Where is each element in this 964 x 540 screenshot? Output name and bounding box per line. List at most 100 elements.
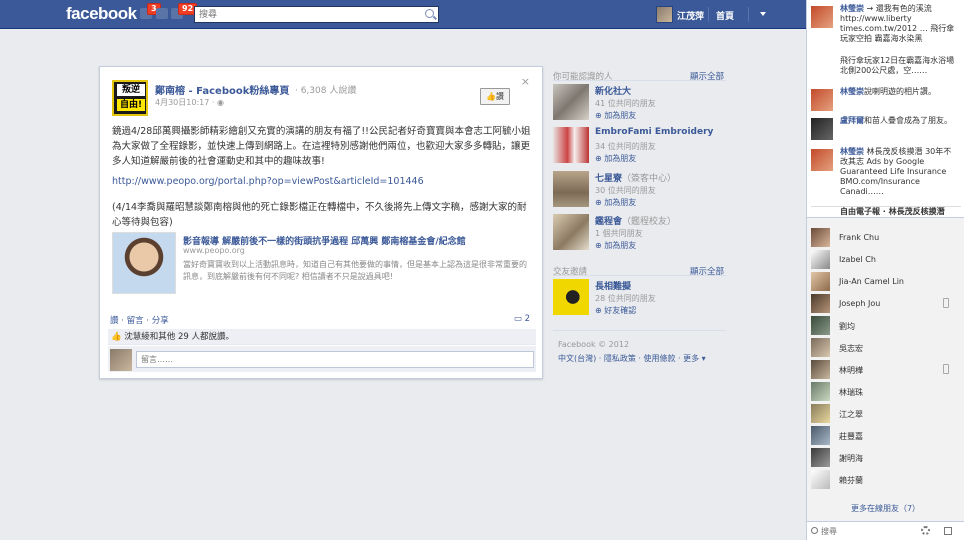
confirm-friend-button[interactable]: ⊕ 好友確認 bbox=[595, 305, 636, 316]
ticker-story: 和苗人疊會成為了朋友。 bbox=[864, 116, 952, 125]
mutual-friends[interactable]: 41 位共同的朋友 bbox=[595, 98, 656, 109]
friend-name: Joseph Jou bbox=[839, 299, 881, 308]
messages-icon[interactable] bbox=[156, 7, 171, 20]
footer-copyright: Facebook © 2012 bbox=[558, 340, 630, 349]
friend-avatar bbox=[811, 470, 830, 489]
comment-count[interactable]: ▭ 2 bbox=[514, 314, 530, 324]
search-input[interactable] bbox=[195, 7, 415, 22]
chat-friend[interactable]: Jia-An Camel Lin bbox=[811, 272, 961, 292]
post-timestamp[interactable]: 4月30日10:17 · ◉ bbox=[155, 97, 224, 108]
gear-icon[interactable] bbox=[921, 526, 930, 535]
suggestion-thumbnail[interactable] bbox=[553, 214, 589, 250]
ticker-item[interactable]: 自由電子報 · 林長茂反核摸潛 bbox=[811, 206, 961, 216]
suggestion-name-text: 七星寮 bbox=[595, 174, 623, 184]
friend-name: 賴芬蘭 bbox=[839, 476, 863, 485]
suggestion-name[interactable]: 鑑程會（鑑程校友） bbox=[595, 214, 676, 227]
post-body-text-2: (4/14李喬與羅昭慧談鄭南榕與他的死亡錄影檔正在轉檔中，不久後將先上傳文字稿，… bbox=[112, 202, 527, 228]
page-logo-text-bottom: 自由! bbox=[117, 99, 145, 111]
friend-name: 林明樺 bbox=[839, 366, 863, 375]
mutual-friends[interactable]: 28 位共同的朋友 bbox=[595, 293, 656, 304]
mutual-friends[interactable]: 34 位共同的朋友 bbox=[595, 141, 656, 152]
friend-avatar bbox=[811, 272, 830, 291]
suggestion-name[interactable]: EmbroFami Embroidery bbox=[595, 127, 713, 137]
suggestion-note: （簽客中心） bbox=[622, 174, 677, 184]
mutual-friends[interactable]: 30 位共同的朋友 bbox=[595, 185, 656, 196]
friend-avatar bbox=[811, 360, 830, 379]
add-friend-button[interactable]: ⊕ 加為朋友 bbox=[595, 110, 636, 121]
notifications-icon[interactable]: 92 bbox=[171, 3, 198, 20]
suggestion-thumbnail[interactable] bbox=[553, 84, 589, 120]
suggestion-item: 鑑程會（鑑程校友） 1 個共同朋友 ⊕ 加為朋友 bbox=[553, 214, 728, 254]
friend-avatar bbox=[811, 316, 830, 335]
request-thumbnail[interactable] bbox=[553, 279, 589, 315]
mutual-friends[interactable]: 1 個共同朋友 bbox=[595, 228, 643, 239]
friend-name: 劉均 bbox=[839, 322, 855, 331]
add-friend-button[interactable]: ⊕ 加為朋友 bbox=[595, 153, 636, 164]
ticker-story: 說喇明遊的相片讚。 bbox=[864, 87, 936, 96]
friend-name: 吳志宏 bbox=[839, 344, 863, 353]
suggestion-name[interactable]: 七星寮（簽客中心） bbox=[595, 171, 676, 184]
chat-friend[interactable]: 林瑞珠 bbox=[811, 382, 961, 402]
chat-friend[interactable]: Joseph Jou bbox=[811, 294, 961, 314]
ticker-text: 林瑩崇說喇明遊的相片讚。 bbox=[840, 87, 958, 97]
chat-friend[interactable]: 賴芬蘭 bbox=[811, 470, 961, 490]
add-friend-label: 加為朋友 bbox=[604, 198, 637, 207]
home-link[interactable]: 首頁 bbox=[716, 9, 734, 22]
chat-friend[interactable]: 謝明海 bbox=[811, 448, 961, 468]
friend-name: Izabel Ch bbox=[839, 255, 876, 264]
facebook-logo[interactable]: facebook bbox=[66, 4, 137, 24]
chat-friend[interactable]: 林明樺 bbox=[811, 360, 961, 380]
suggestion-thumbnail[interactable] bbox=[553, 127, 589, 163]
divider bbox=[553, 275, 726, 276]
user-avatar[interactable] bbox=[656, 6, 673, 23]
timestamp-text: 4月30日10:17 · bbox=[155, 98, 217, 107]
chat-friend[interactable]: 江之翠 bbox=[811, 404, 961, 424]
popout-icon[interactable] bbox=[944, 527, 952, 535]
like-page-button[interactable]: 👍讚 bbox=[480, 88, 510, 105]
add-friend-button[interactable]: ⊕ 加為朋友 bbox=[595, 197, 636, 208]
chat-friend[interactable]: 莊豐嘉 bbox=[811, 426, 961, 446]
suggestion-thumbnail[interactable] bbox=[553, 171, 589, 207]
ticker-text: 飛行傘玩家12日在霸嘉海水浴場北側200公尺處，空…… bbox=[840, 56, 955, 75]
ticker-avatar bbox=[811, 149, 833, 171]
comment-count-value: 2 bbox=[524, 314, 530, 324]
comment-input[interactable] bbox=[136, 351, 534, 368]
ticker-avatar bbox=[811, 118, 833, 140]
add-friend-icon: ⊕ bbox=[595, 241, 602, 250]
post-url-link[interactable]: http://www.peopo.org/portal.php?op=viewP… bbox=[112, 176, 424, 187]
chat-friend[interactable]: 吳志宏 bbox=[811, 338, 961, 358]
commenter-avatar bbox=[110, 349, 132, 371]
footer-links[interactable]: 中文(台灣) · 隱私政策 · 使用條款 · 更多 ▾ bbox=[558, 353, 706, 364]
account-menu-chevron-down-icon[interactable] bbox=[760, 12, 766, 16]
user-name-link[interactable]: 江茂萍 bbox=[677, 9, 704, 22]
poster-name-link[interactable]: 鄭南榕 - Facebook粉絲專頁 bbox=[155, 82, 289, 97]
add-friend-icon: ⊕ bbox=[595, 111, 602, 120]
more-online-friends-link[interactable]: 更多在線朋友（7） bbox=[807, 503, 964, 514]
chat-friend[interactable]: 劉均 bbox=[811, 316, 961, 336]
chat-sidebar: 林瑩崇 → 還我有色的溪流 http://www.liberty times.c… bbox=[806, 0, 964, 540]
friend-requests-icon[interactable]: 3 bbox=[140, 3, 161, 20]
confirm-friend-label: 好友確認 bbox=[604, 306, 637, 315]
search-icon bbox=[811, 527, 818, 534]
chat-friend[interactable]: Frank Chu bbox=[811, 228, 961, 248]
chat-search-input[interactable] bbox=[821, 525, 916, 538]
page-profile-picture[interactable]: 叛逆 自由! bbox=[112, 80, 148, 116]
ticker-text: 林瑩崇 林長茂反核摸潛 30年不改其志 Ads by Google Guaran… bbox=[840, 147, 958, 197]
shared-link-domain: www.peopo.org bbox=[183, 246, 245, 255]
shared-link-thumbnail[interactable] bbox=[112, 232, 176, 294]
chat-friend[interactable]: Izabel Ch bbox=[811, 250, 961, 270]
ticker-actor: 盧拜爾 bbox=[840, 116, 864, 125]
request-name[interactable]: 長相難擬 bbox=[595, 279, 631, 292]
add-friend-button[interactable]: ⊕ 加為朋友 bbox=[595, 240, 636, 251]
page-likes-count: · 6,308 人說讚 bbox=[295, 86, 357, 96]
close-icon[interactable]: × bbox=[521, 75, 530, 88]
friend-avatar bbox=[811, 250, 830, 269]
suggestion-name[interactable]: 新化社大 bbox=[595, 84, 631, 97]
ticker-text: 自由電子報 · 林長茂反核摸潛 bbox=[840, 207, 945, 216]
likes-summary-text[interactable]: 沈慧綾和其他 29 人都說讚。 bbox=[124, 332, 234, 342]
post-actions[interactable]: 讚 · 留言 · 分享 bbox=[110, 314, 169, 326]
friend-avatar bbox=[811, 448, 830, 467]
friend-name: 謝明海 bbox=[839, 454, 863, 463]
search-icon[interactable] bbox=[425, 9, 434, 18]
friend-avatar bbox=[811, 228, 830, 247]
